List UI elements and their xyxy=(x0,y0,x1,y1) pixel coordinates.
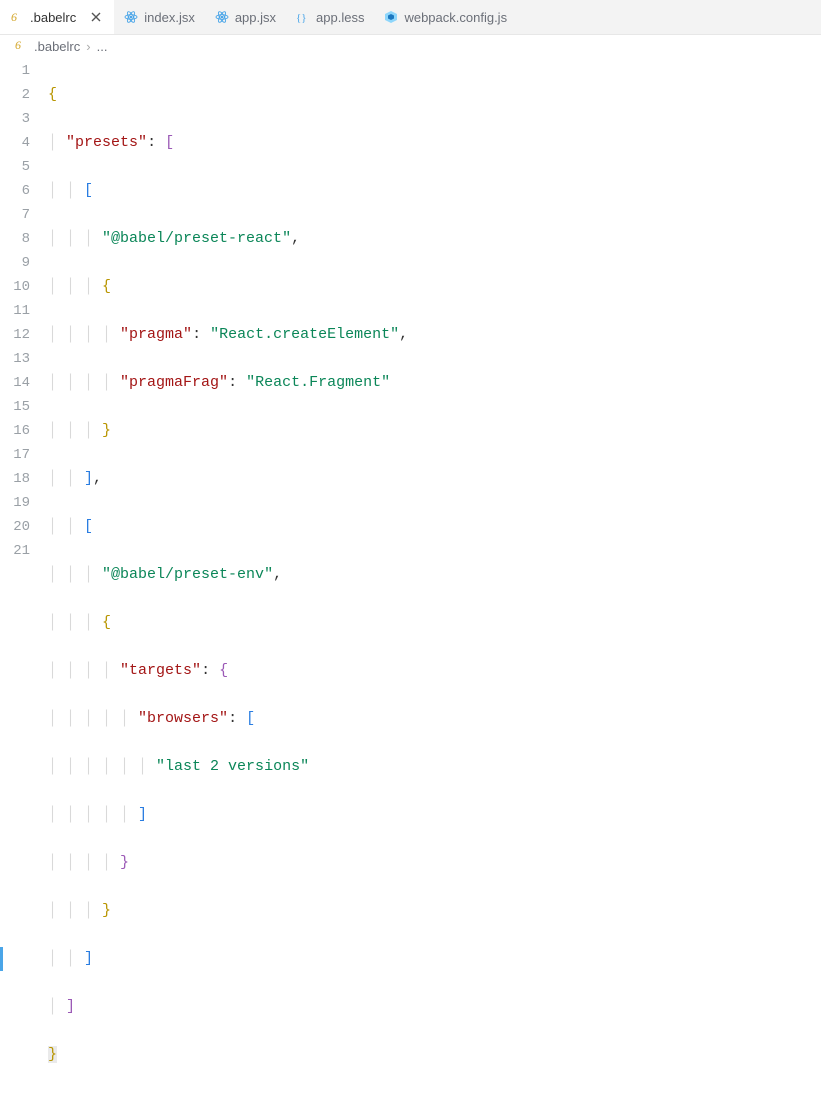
less-icon: {} xyxy=(296,10,310,24)
react-icon xyxy=(124,10,138,24)
tab-label: app.jsx xyxy=(235,10,276,25)
tab-babelrc[interactable]: 6 .babelrc xyxy=(0,0,114,34)
webpack-icon xyxy=(384,10,398,24)
breadcrumb-trail: ... xyxy=(97,39,108,54)
code-area[interactable]: { │ "presets": [ │ │ [ │ │ │ "@babel/pre… xyxy=(48,57,821,577)
svg-text:6: 6 xyxy=(15,38,21,52)
editor[interactable]: 123456789101112131415161718192021 { │ "p… xyxy=(0,57,821,577)
breadcrumb-file: .babelrc xyxy=(34,39,80,54)
tab-label: index.jsx xyxy=(144,10,195,25)
chevron-right-icon: › xyxy=(86,39,90,54)
svg-text:6: 6 xyxy=(11,10,17,24)
tab-bar: 6 .babelrc index.jsx app.jsx {} app.less… xyxy=(0,0,821,35)
tab-label: app.less xyxy=(316,10,364,25)
tab-label: .babelrc xyxy=(30,10,76,25)
tab-index-jsx[interactable]: index.jsx xyxy=(114,0,205,34)
tab-webpack-config[interactable]: webpack.config.js xyxy=(374,0,517,34)
close-icon[interactable] xyxy=(88,9,104,25)
svg-text:{}: {} xyxy=(296,12,307,24)
line-numbers: 123456789101112131415161718192021 xyxy=(0,57,48,577)
breadcrumb[interactable]: 6 .babelrc › ... xyxy=(0,35,821,57)
tab-app-jsx[interactable]: app.jsx xyxy=(205,0,286,34)
tab-app-less[interactable]: {} app.less xyxy=(286,0,374,34)
react-icon xyxy=(215,10,229,24)
babel-icon: 6 xyxy=(14,38,28,55)
tab-label: webpack.config.js xyxy=(404,10,507,25)
babel-icon: 6 xyxy=(10,10,24,24)
